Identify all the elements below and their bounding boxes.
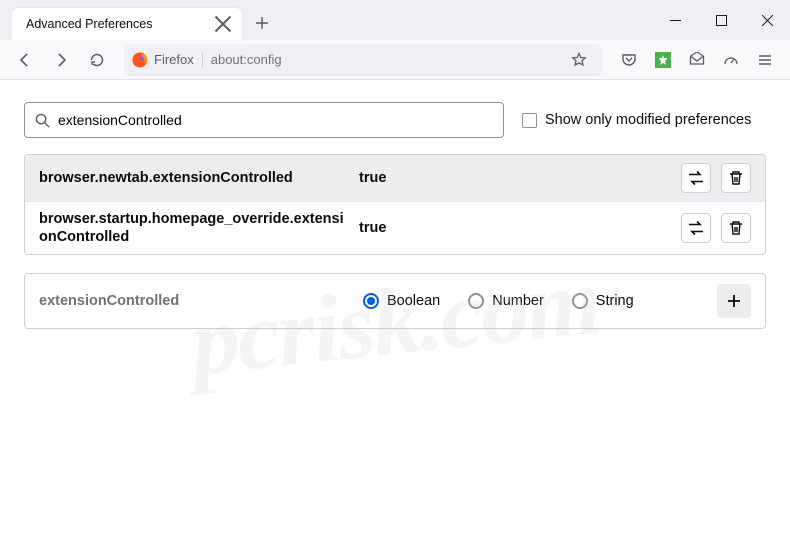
back-button[interactable] [10,45,40,75]
about-config-content: Show only modified preferences browser.n… [0,80,790,351]
app-menu-button[interactable] [750,45,780,75]
checkbox-icon [522,113,537,128]
type-boolean-label: Boolean [387,293,440,309]
close-icon [762,15,773,26]
pref-row[interactable]: browser.startup.homepage_override.extens… [25,201,765,254]
hamburger-icon [757,52,773,68]
pref-list: browser.newtab.extensionControlled true … [24,154,766,255]
new-tab-button[interactable] [248,9,276,37]
extension-button[interactable] [648,45,678,75]
plus-icon [255,16,269,30]
search-icon [35,113,50,128]
maximize-button[interactable] [698,0,744,40]
forward-button[interactable] [46,45,76,75]
reload-icon [89,52,105,68]
trash-icon [728,170,744,186]
tab-title: Advanced Preferences [26,17,206,31]
show-modified-label: Show only modified preferences [545,112,751,128]
trash-icon [728,220,744,236]
mail-icon [689,52,705,68]
pref-value: true [359,170,671,186]
close-window-button[interactable] [744,0,790,40]
browser-tab[interactable]: Advanced Preferences [12,8,242,40]
pref-name: browser.startup.homepage_override.extens… [39,210,349,246]
toggle-icon [688,170,704,186]
type-number-label: Number [492,293,544,309]
close-icon [214,15,232,33]
extension-pin-icon [655,52,671,68]
pref-actions [681,163,751,193]
pref-actions [681,213,751,243]
type-number[interactable]: Number [468,293,544,309]
toggle-button[interactable] [681,213,711,243]
radio-icon [468,293,484,309]
window-controls [652,0,790,40]
delete-button[interactable] [721,163,751,193]
dashboard-button[interactable] [716,45,746,75]
urlbar[interactable]: Firefox about:config [124,44,602,76]
mail-button[interactable] [682,45,712,75]
reload-button[interactable] [82,45,112,75]
pocket-button[interactable] [614,45,644,75]
minimize-button[interactable] [652,0,698,40]
search-box[interactable] [24,102,504,138]
star-icon [571,52,587,68]
maximize-icon [716,15,727,26]
minimize-icon [670,15,681,26]
navbar: Firefox about:config [0,40,790,80]
search-input[interactable] [58,112,493,128]
pref-row[interactable]: browser.newtab.extensionControlled true [25,155,765,201]
create-pref-name: extensionControlled [39,293,349,309]
bookmark-button[interactable] [564,45,594,75]
delete-button[interactable] [721,213,751,243]
pocket-icon [621,52,637,68]
create-pref-box: extensionControlled Boolean Number Strin… [24,273,766,329]
forward-arrow-icon [53,52,69,68]
create-pref-row: extensionControlled Boolean Number Strin… [25,274,765,328]
identity-label: Firefox [154,52,194,67]
search-row: Show only modified preferences [24,102,766,138]
type-boolean[interactable]: Boolean [363,293,440,309]
firefox-icon [132,52,148,68]
radio-checked-icon [363,293,379,309]
add-pref-button[interactable] [717,284,751,318]
tab-close-button[interactable] [214,15,232,33]
back-arrow-icon [17,52,33,68]
pref-name: browser.newtab.extensionControlled [39,169,349,187]
type-options: Boolean Number String [363,293,703,309]
pref-value: true [359,220,671,236]
url-text: about:config [211,52,556,67]
type-string-label: String [596,293,634,309]
titlebar: Advanced Preferences [0,0,790,40]
site-identity[interactable]: Firefox [132,52,203,68]
toggle-icon [688,220,704,236]
gauge-icon [723,52,739,68]
toggle-button[interactable] [681,163,711,193]
radio-icon [572,293,588,309]
type-string[interactable]: String [572,293,634,309]
show-modified-checkbox[interactable]: Show only modified preferences [522,112,751,128]
toolbar-icons [614,45,780,75]
plus-icon [726,293,742,309]
